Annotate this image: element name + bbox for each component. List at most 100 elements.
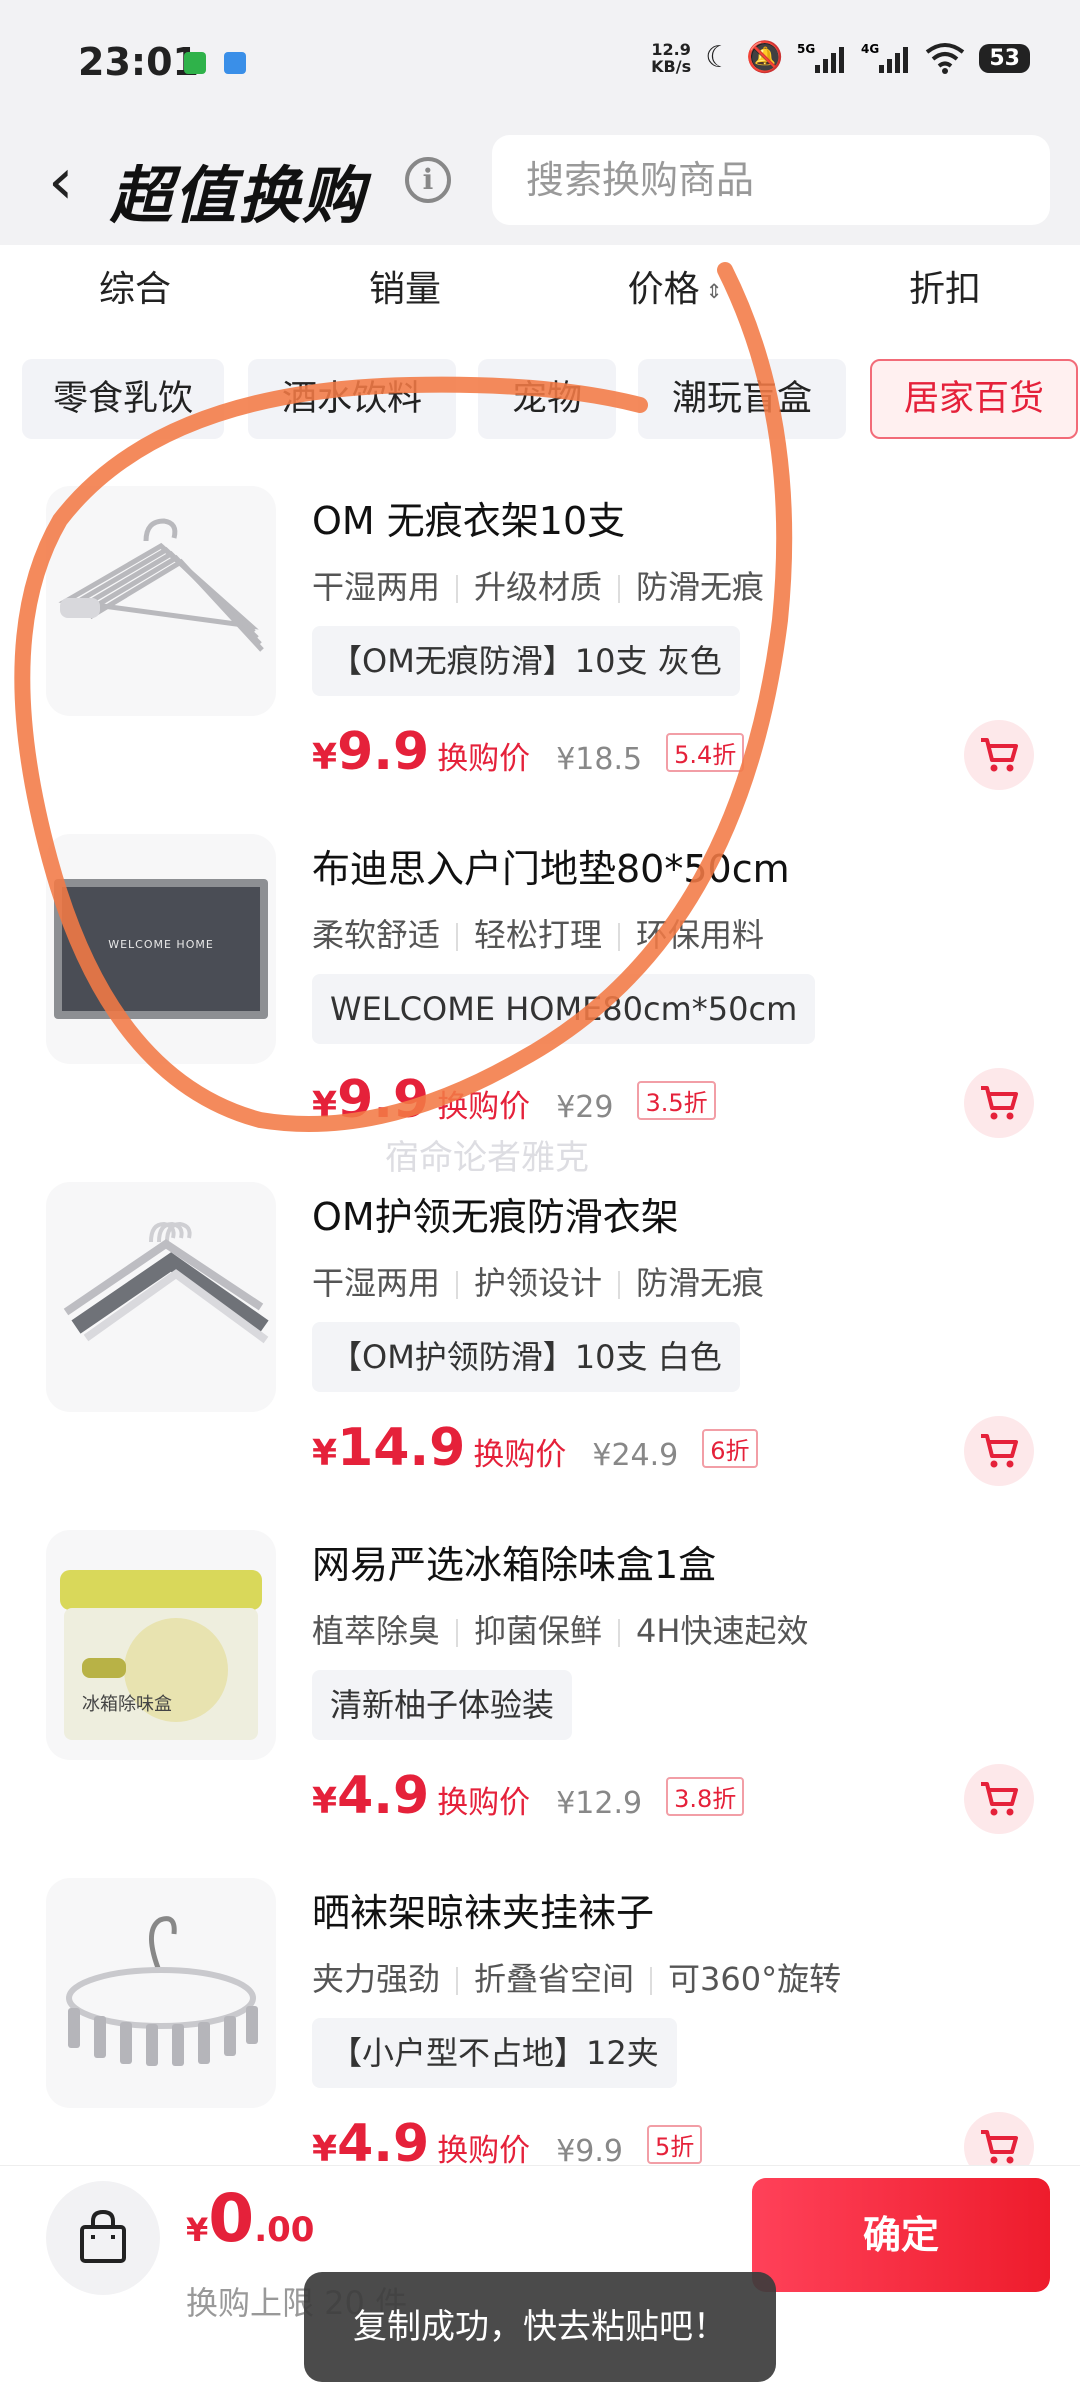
shopping-bag-icon xyxy=(80,2209,126,2263)
category-chip-toys[interactable]: 潮玩盲盒 xyxy=(638,359,846,439)
product-spec[interactable]: 【OM护领防滑】10支 白色 xyxy=(312,1322,740,1392)
sort-tab-discount[interactable]: 折扣 xyxy=(810,245,1080,355)
product-tags: 夹力强劲 折叠省空间 可360°旋转 xyxy=(312,1960,842,1998)
notification-app-icon xyxy=(224,52,246,74)
status-bar: 23:01 12.9 KB/s ☾ 🔕 5G 4G 53 xyxy=(0,0,1080,130)
price-row: ¥9.9 换购价 ¥29 3.5折 xyxy=(312,1070,716,1130)
cart-icon xyxy=(981,1434,1018,1468)
sort-tab-comprehensive[interactable]: 综合 xyxy=(0,245,270,355)
battery-icon: 53 xyxy=(979,43,1030,73)
add-to-cart-button[interactable] xyxy=(964,1416,1034,1486)
original-price: ¥24.9 xyxy=(592,1438,679,1473)
cart-icon xyxy=(981,738,1018,772)
tag-divider xyxy=(650,1967,653,1995)
product-image: WELCOME HOME xyxy=(46,834,276,1064)
info-icon[interactable]: i xyxy=(405,157,451,203)
watermark: 宿命论者雅克 xyxy=(385,1138,589,1178)
product-name: 布迪思入户门地垫80*50cm xyxy=(312,847,790,891)
box-label: 冰箱除味盒 xyxy=(82,1694,172,1715)
add-to-cart-button[interactable] xyxy=(964,1068,1034,1138)
tag-divider xyxy=(456,1967,459,1995)
mat-text: WELCOME HOME xyxy=(108,938,214,951)
hanger-icon xyxy=(58,518,264,652)
original-price: ¥9.9 xyxy=(556,2134,623,2169)
status-time: 23:01 xyxy=(78,40,199,84)
sort-arrows-icon: ⇕ xyxy=(705,279,723,303)
discount-badge: 3.8折 xyxy=(666,1777,745,1816)
product-card[interactable]: 晒袜架晾袜夹挂袜子 夹力强劲 折叠省空间 可360°旋转 【小户型不占地】12夹 ¥… xyxy=(0,1842,1080,2190)
net-speed: 12.9 KB/s xyxy=(651,40,692,76)
tag-divider xyxy=(456,575,459,603)
price-row: ¥14.9 换购价 ¥24.9 6折 xyxy=(312,1418,758,1478)
product-image: 冰箱除味盒 xyxy=(46,1530,276,1760)
product-spec[interactable]: 【小户型不占地】12夹 xyxy=(312,2018,677,2088)
shopping-bag-button[interactable] xyxy=(46,2181,160,2295)
moon-icon: ☾ xyxy=(705,40,733,75)
product-name: 网易严选冰箱除味盒1盒 xyxy=(312,1543,717,1587)
original-price: ¥12.9 xyxy=(556,1786,643,1821)
tag-divider xyxy=(456,923,459,951)
discount-badge: 6折 xyxy=(702,1429,758,1468)
sort-tab-price[interactable]: 价格 ⇕ xyxy=(540,245,810,355)
wifi-icon xyxy=(926,43,965,74)
total-price: ¥0.00 xyxy=(186,2180,315,2257)
mute-icon: 🔕 xyxy=(746,40,784,75)
exchange-price: 14.9 xyxy=(337,1418,466,1478)
product-tags: 植萃除臭 抑菌保鲜 4H快速起效 xyxy=(312,1612,809,1650)
product-name: OM护领无痕防滑衣架 xyxy=(312,1195,679,1239)
confirm-button[interactable]: 确定 xyxy=(752,2178,1050,2292)
cart-icon xyxy=(981,1086,1018,1120)
page-header: ‹ 超值换购 i 搜索换购商品 xyxy=(0,130,1080,245)
status-icons: 12.9 KB/s ☾ 🔕 5G 4G 53 xyxy=(651,40,1030,76)
svg-text:4G: 4G xyxy=(861,42,879,56)
category-chip-pets[interactable]: 宠物 xyxy=(478,359,616,439)
tag-divider xyxy=(618,575,621,603)
product-tags: 干湿两用 升级材质 防滑无痕 xyxy=(312,568,765,606)
category-chip-household[interactable]: 居家百货 xyxy=(870,359,1078,439)
add-to-cart-button[interactable] xyxy=(964,1764,1034,1834)
discount-badge: 5折 xyxy=(646,2125,703,2164)
cart-icon xyxy=(981,1782,1018,1816)
tag-divider xyxy=(456,1619,459,1647)
signal-5g-icon: 5G xyxy=(797,42,845,73)
exchange-price: 4.9 xyxy=(337,1766,430,1826)
signal-4g-icon: 4G xyxy=(861,42,909,73)
product-image xyxy=(46,1182,276,1412)
product-spec[interactable]: WELCOME HOME80cm*50cm xyxy=(312,974,816,1044)
product-tags: 干湿两用 护领设计 防滑无痕 xyxy=(312,1264,765,1302)
product-card[interactable]: OM护领无痕防滑衣架 干湿两用 护领设计 防滑无痕 【OM护领防滑】10支 白色 ¥… xyxy=(0,1146,1080,1494)
category-chip-drinks[interactable]: 酒水饮料 xyxy=(248,359,456,439)
sort-tab-sales[interactable]: 销量 xyxy=(270,245,540,355)
product-card[interactable]: OM 无痕衣架10支 干湿两用 升级材质 防滑无痕 【OM无痕防滑】10支 灰色 ¥… xyxy=(0,450,1080,798)
svg-text:5G: 5G xyxy=(797,42,815,56)
page-title: 超值换购 xyxy=(110,159,367,232)
product-spec[interactable]: 【OM无痕防滑】10支 灰色 xyxy=(312,626,740,696)
product-image xyxy=(46,486,276,716)
add-to-cart-button[interactable] xyxy=(964,720,1034,790)
exchange-price: 9.9 xyxy=(337,1070,430,1130)
tag-divider xyxy=(618,923,621,951)
sort-bar: 综合 销量 价格 ⇕ 折扣 xyxy=(0,245,1080,355)
back-arrow-icon[interactable]: ‹ xyxy=(48,150,74,214)
deodorizer-box-icon xyxy=(60,1570,262,1740)
product-card[interactable]: 冰箱除味盒 网易严选冰箱除味盒1盒 植萃除臭 抑菌保鲜 4H快速起效 清新柚子体验装… xyxy=(0,1494,1080,1842)
hanger-icon xyxy=(63,1221,269,1344)
price-row: ¥9.9 换购价 ¥18.5 5.4折 xyxy=(312,722,745,782)
discount-badge: 5.4折 xyxy=(666,733,745,772)
search-input[interactable]: 搜索换购商品 xyxy=(492,135,1050,225)
cart-icon xyxy=(981,2130,1018,2164)
category-chips: 零食乳饮 酒水饮料 宠物 潮玩盲盒 居家百货 xyxy=(0,355,1080,445)
toast-message: 复制成功，快去粘贴吧！ xyxy=(304,2272,776,2382)
tag-divider xyxy=(456,1271,459,1299)
original-price: ¥29 xyxy=(556,1090,614,1125)
product-card[interactable]: WELCOME HOME 布迪思入户门地垫80*50cm 柔软舒适 轻松打理 环保用… xyxy=(0,798,1080,1146)
notification-app-icon xyxy=(184,52,206,74)
price-row: ¥4.9 换购价 ¥12.9 3.8折 xyxy=(312,1766,745,1826)
discount-badge: 3.5折 xyxy=(637,1081,716,1120)
product-spec[interactable]: 清新柚子体验装 xyxy=(312,1670,573,1740)
tag-divider xyxy=(618,1619,621,1647)
category-chip-snacks[interactable]: 零食乳饮 xyxy=(22,359,224,439)
product-tags: 柔软舒适 轻松打理 环保用料 xyxy=(312,916,765,954)
product-name: 晒袜架晾袜夹挂袜子 xyxy=(312,1891,655,1935)
tag-divider xyxy=(618,1271,621,1299)
